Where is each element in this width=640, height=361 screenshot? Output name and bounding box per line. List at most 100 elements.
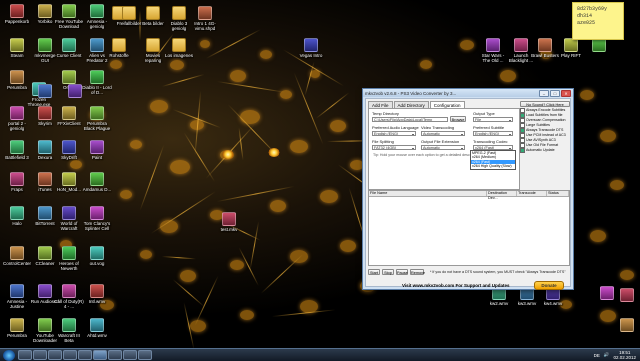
desktop-icon[interactable]: Perumbra xyxy=(2,318,32,343)
pause-button[interactable]: Pause xyxy=(396,269,408,275)
application-icon xyxy=(10,206,24,220)
application-icon xyxy=(38,172,52,186)
application-icon xyxy=(564,38,578,52)
desktop-icon-label: World of Warcraft xyxy=(60,221,78,231)
column-header[interactable]: File Name xyxy=(369,191,487,196)
taskbar-skype-icon[interactable] xyxy=(123,350,137,360)
desktop-icon[interactable]: Vegas Intro xyxy=(296,38,326,63)
desktop-icon[interactable]: Halo xyxy=(2,206,32,231)
taskbar-media-icon[interactable] xyxy=(48,350,62,360)
start-button[interactable]: Start xyxy=(368,269,380,275)
desktop-icon-label: test.mkv xyxy=(220,227,238,232)
donate-button[interactable]: Donate xyxy=(534,281,564,290)
leopard-spot xyxy=(120,190,132,199)
desktop-icon-label: Rohstoffe xyxy=(109,53,129,58)
dropdown-option[interactable]: x264 High Quality (Slow) xyxy=(471,164,515,168)
application-icon xyxy=(62,4,76,18)
desktop-icon[interactable]: Heroes of Newerth xyxy=(54,246,84,271)
desktop-icon[interactable]: portal 2 - geniolg xyxy=(2,106,32,131)
desktop-icon[interactable] xyxy=(612,288,640,313)
desktop-icon[interactable]: Paint xyxy=(82,140,112,165)
close-button[interactable]: ✕ xyxy=(561,89,571,97)
application-icon xyxy=(10,284,24,298)
start-button[interactable] xyxy=(3,349,15,361)
leopard-spot xyxy=(460,40,474,50)
volume-icon[interactable]: 🔊 xyxy=(604,352,610,358)
sticky-line: 8d27b3y69y xyxy=(577,6,608,12)
taskbar-steam-icon[interactable] xyxy=(78,350,92,360)
column-header[interactable]: Transcode xyxy=(517,191,547,196)
desktop-icon-label: Star Wars - The Old ... xyxy=(481,53,505,63)
desktop-icon[interactable]: Ahtd.wmv xyxy=(82,318,112,343)
desktop-icon-label: kw2.wmv xyxy=(489,301,509,306)
temp-dir-input[interactable]: C:\Users\Flip\AppData\Local\Temp xyxy=(372,117,448,122)
desktop-icon[interactable]: test.mkv xyxy=(214,212,244,237)
desktop-icon[interactable]: SkyDrift xyxy=(54,140,84,165)
desktop-icon[interactable]: Battlefield 3 xyxy=(2,140,32,165)
checkbox-icon[interactable] xyxy=(520,148,525,153)
desktop-icon[interactable]: Tom Clancy's Splinter Cell xyxy=(82,206,112,231)
minimize-button[interactable]: – xyxy=(539,89,549,97)
leopard-eye xyxy=(268,148,280,157)
column-header[interactable]: Status xyxy=(547,191,569,196)
no-sound-button[interactable]: No Sound? Click Here xyxy=(520,101,570,107)
desktop-icon[interactable]: HoN_Mod... xyxy=(54,172,84,197)
desktop-icon[interactable]: Play RIFT xyxy=(556,38,586,63)
desktop-icon[interactable]: World of Warcraft xyxy=(54,206,84,231)
desktop-icon[interactable]: out.vog xyxy=(82,246,112,271)
desktop-icon[interactable] xyxy=(584,38,614,63)
clock[interactable]: 19:51 02.02.2012 xyxy=(613,350,636,360)
window-title: mkv2vob v2.6.8 - PS3 Video Converter by … xyxy=(365,90,457,96)
maximize-button[interactable]: □ xyxy=(550,89,560,97)
column-header[interactable]: Destination Dev... xyxy=(487,191,517,200)
taskbar-explorer-icon[interactable] xyxy=(18,350,32,360)
taskbar-firefox-icon[interactable] xyxy=(33,350,47,360)
desktop-icon[interactable]: Intro 1 4G-vimu.shpd xyxy=(190,6,220,31)
file-splitting-select[interactable]: FAT32 (4GB) xyxy=(372,145,416,150)
desktop-icon[interactable]: Intl.wmv xyxy=(82,284,112,309)
leopard-spot xyxy=(230,260,244,270)
application-icon xyxy=(38,206,52,220)
application-icon xyxy=(10,140,24,154)
desktop-icon[interactable]: Amnesia - Justine xyxy=(2,284,32,309)
desktop-icon[interactable]: Warcraft III Beta xyxy=(54,318,84,343)
application-icon xyxy=(38,318,52,332)
browse-button[interactable]: Browse xyxy=(450,116,466,122)
desktop-icon[interactable]: Los imagenes xyxy=(164,38,194,63)
pref-subtitle-select[interactable]: English (ENG) xyxy=(473,131,513,136)
taskbar-folder-icon[interactable] xyxy=(108,350,122,360)
video-transcoding-select[interactable]: Automatic xyxy=(421,131,465,136)
desktop-icon[interactable]: Perumbra Black Plague xyxy=(82,106,112,131)
desktop-icon-label: out.vog xyxy=(89,261,105,266)
desktop-icon[interactable]: ControlCenter xyxy=(2,246,32,271)
application-icon xyxy=(62,172,76,186)
desktop-icon[interactable]: Fraps xyxy=(2,172,32,197)
desktop-icon[interactable]: Star Wars - The Old ... xyxy=(478,38,508,63)
desktop-icon[interactable]: Pappenkorb xyxy=(2,4,32,29)
website-link[interactable]: Visit www.mkv2vob.com For Support and Up… xyxy=(402,283,510,288)
desktop-icon[interactable]: Free YouTube Download xyxy=(54,4,84,29)
desktop-icon[interactable]: Rohstoffe xyxy=(104,38,134,63)
desktop-icon[interactable]: Curse Client xyxy=(54,38,84,63)
option-checkbox[interactable]: Automatic Update xyxy=(520,148,570,153)
desktop-icon[interactable] xyxy=(612,318,640,343)
application-icon xyxy=(222,212,236,226)
folder-icon xyxy=(122,6,136,20)
desktop-icon[interactable]: Call of Duty(R) 4 - ... xyxy=(54,284,84,309)
pref-audio-select[interactable]: English (ENG) xyxy=(372,131,416,136)
action-row: Start Stop Pause Remove * If you do not … xyxy=(368,267,568,281)
language-indicator[interactable]: DE xyxy=(594,353,600,358)
stop-button[interactable]: Stop xyxy=(382,269,394,275)
desktop-icon[interactable]: Steam xyxy=(2,38,32,63)
sticky-note[interactable]: 8d27b3y69y dh314 aze025 xyxy=(572,2,624,40)
desktop-icon[interactable]: Amdamus D... xyxy=(82,172,112,197)
taskbar-notes-icon[interactable] xyxy=(138,350,152,360)
leopard-spot xyxy=(200,40,210,48)
output-ext-select[interactable]: Automatic xyxy=(421,145,465,150)
window-titlebar[interactable]: mkv2vob v2.6.8 - PS3 Video Converter by … xyxy=(363,89,573,97)
taskbar-mkv2vob-icon[interactable] xyxy=(93,350,107,360)
taskbar-chrome-icon[interactable] xyxy=(63,350,77,360)
remove-button[interactable]: Remove xyxy=(410,269,425,275)
desktop-icon[interactable]: FFXivClient xyxy=(54,106,84,131)
output-type-select[interactable]: File xyxy=(473,117,513,122)
